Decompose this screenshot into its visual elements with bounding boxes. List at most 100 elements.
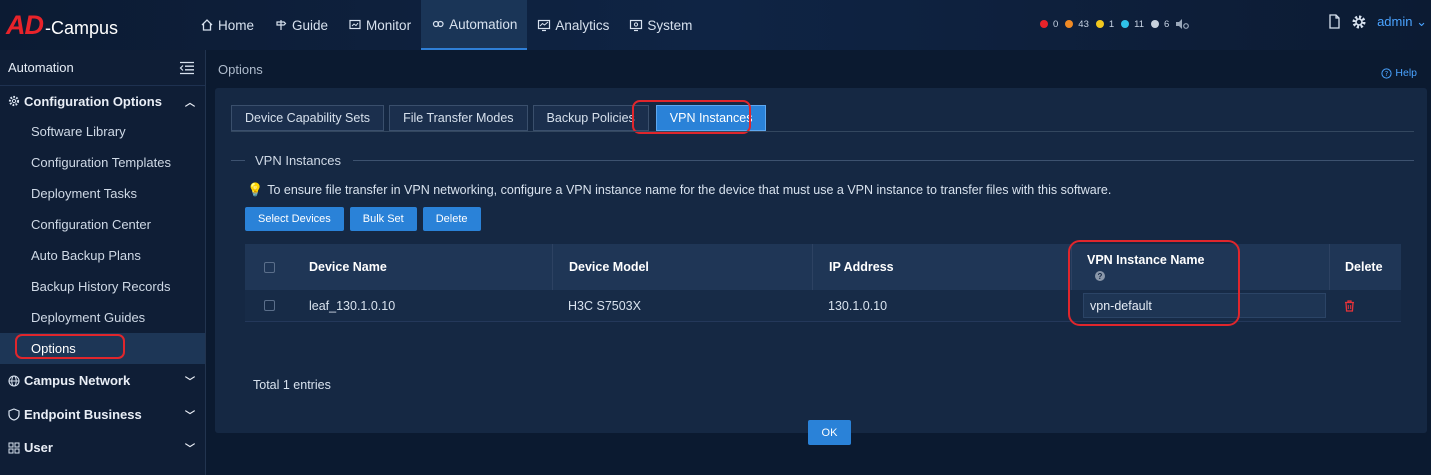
logo-mark: AD [6, 9, 44, 40]
col-device-name: Device Name [309, 260, 387, 274]
cell-ip-address: 130.1.0.10 [828, 298, 888, 313]
sidebar: Automation Configuration Options ︿ Softw… [0, 50, 206, 475]
row-checkbox[interactable] [263, 300, 275, 311]
top-bar: AD -Campus Home Guide Monitor Automation… [0, 0, 1431, 50]
signpost-icon [276, 20, 287, 30]
chevron-up-icon: ︿ [185, 97, 195, 109]
alarm-critical-count: 0 [1053, 18, 1059, 30]
main-content: Options ? Help Device Capability Sets Fi… [207, 50, 1431, 475]
nav-automation-label: Automation [449, 16, 518, 32]
automation-icon [432, 20, 444, 28]
gear-icon[interactable] [1351, 14, 1367, 30]
tab-file-transfer-modes[interactable]: File Transfer Modes [389, 105, 528, 131]
help-link[interactable]: ? Help [1381, 67, 1417, 79]
alarm-info-icon [1151, 20, 1160, 28]
nav-analytics[interactable]: Analytics [527, 0, 619, 50]
nav-automation[interactable]: Automation [421, 0, 528, 50]
logo-text: -Campus [45, 17, 119, 38]
document-icon[interactable] [1327, 14, 1341, 30]
nav-monitor[interactable]: Monitor [338, 0, 421, 50]
chevron-down-icon: ﹀ [185, 444, 195, 455]
sidebar-item-label: Deployment Guides [31, 310, 146, 325]
col-ip-address: IP Address [812, 244, 1071, 290]
sidebar-group-label: Endpoint Business [24, 406, 142, 422]
lightbulb-icon: 💡 [247, 182, 264, 197]
svg-text:?: ? [1385, 70, 1389, 78]
sidebar-item-software-library[interactable]: Software Library [0, 116, 205, 147]
alarm-warning-icon [1121, 20, 1130, 28]
help-icon: ? [1381, 67, 1392, 79]
col-delete: Delete [1329, 244, 1401, 290]
sidebar-item-label: Deployment Tasks [31, 186, 137, 201]
nav-system[interactable]: System [619, 0, 702, 50]
select-all-checkbox[interactable] [263, 261, 275, 273]
bulk-set-button[interactable]: Bulk Set [349, 207, 417, 231]
trash-icon[interactable] [1344, 299, 1355, 312]
sidebar-item-label: Configuration Center [31, 217, 151, 232]
sidebar-item-label: Backup History Records [31, 279, 171, 294]
user-name: admin [1377, 14, 1413, 29]
sidebar-title: Automation [8, 60, 74, 75]
tab-divider [231, 131, 1414, 132]
sidebar-item-configuration-templates[interactable]: Configuration Templates [0, 147, 205, 178]
home-icon [201, 19, 213, 31]
user-menu[interactable]: admin ⌄ [1377, 14, 1427, 30]
ok-button[interactable]: OK [808, 420, 851, 445]
logo[interactable]: AD -Campus [0, 0, 190, 50]
delete-button[interactable]: Delete [422, 207, 481, 231]
alarm-major-icon [1065, 20, 1074, 28]
help-label: Help [1395, 67, 1417, 79]
chevron-down-icon: ⌄ [1412, 14, 1427, 29]
alarm-minor-count: 1 [1108, 18, 1115, 30]
col-device-model: Device Model [552, 244, 812, 290]
sidebar-item-backup-history-records[interactable]: Backup History Records [0, 271, 205, 302]
sidebar-group-label: Campus Network [24, 373, 131, 388]
sidebar-group-endpoint-business[interactable]: Endpoint Business ﹀ [0, 397, 205, 431]
nav-analytics-label: Analytics [555, 17, 610, 33]
tip-text: To ensure file transfer in VPN networkin… [267, 183, 1112, 197]
section-rule-left [231, 160, 245, 161]
cell-device-name: leaf_130.1.0.10 [309, 298, 396, 313]
sidebar-item-auto-backup-plans[interactable]: Auto Backup Plans [0, 240, 205, 271]
system-icon [630, 19, 643, 32]
section-title: VPN Instances [255, 153, 341, 168]
alarm-critical-icon [1040, 20, 1048, 28]
cell-device-model: H3C S7503X [568, 298, 641, 313]
highlight-vpn-column-annotation [1068, 240, 1240, 326]
monitor-icon [349, 19, 361, 30]
select-devices-button[interactable]: Select Devices [245, 207, 344, 231]
nav-home-label: Home [218, 17, 255, 33]
sidebar-group-campus-network[interactable]: Campus Network ﹀ [0, 364, 205, 397]
cell-delete [1329, 290, 1401, 321]
user-grid-icon [8, 442, 20, 453]
chevron-down-icon: ﹀ [185, 410, 195, 422]
alarm-major-count: 43 [1078, 18, 1089, 30]
breadcrumb: Options [218, 62, 263, 77]
globe-icon [8, 374, 20, 387]
highlight-vpn-tab-annotation [632, 100, 751, 134]
sound-settings-icon[interactable] [1175, 18, 1190, 30]
highlight-options-annotation [15, 334, 125, 359]
alarm-info-count: 6 [1164, 18, 1170, 30]
sidebar-group-configuration-options[interactable]: Configuration Options ︿ [0, 86, 205, 116]
alarm-counters[interactable]: 0 43 1 11 6 [1040, 18, 1190, 30]
shield-icon [8, 407, 20, 421]
sidebar-item-label: Software Library [31, 124, 126, 139]
nav-home[interactable]: Home [190, 0, 264, 50]
total-entries: Total 1 entries [253, 378, 331, 392]
sidebar-group-label: Configuration Options [24, 93, 162, 109]
tab-device-capability-sets[interactable]: Device Capability Sets [231, 105, 385, 131]
action-buttons: Select Devices Bulk Set Delete [245, 207, 481, 231]
alarm-warning-count: 11 [1134, 18, 1145, 30]
sidebar-header: Automation [0, 50, 205, 86]
sidebar-item-deployment-tasks[interactable]: Deployment Tasks [0, 178, 205, 209]
nav-monitor-label: Monitor [366, 17, 412, 33]
nav-guide[interactable]: Guide [264, 0, 338, 50]
sidebar-group-user[interactable]: User ﹀ [0, 431, 205, 464]
options-panel: Device Capability Sets File Transfer Mod… [215, 88, 1427, 445]
sidebar-item-configuration-center[interactable]: Configuration Center [0, 209, 205, 240]
collapse-menu-icon[interactable] [179, 61, 195, 75]
analytics-icon [538, 19, 551, 32]
sidebar-item-deployment-guides[interactable]: Deployment Guides [0, 302, 205, 333]
settings-cog-icon [8, 95, 20, 107]
